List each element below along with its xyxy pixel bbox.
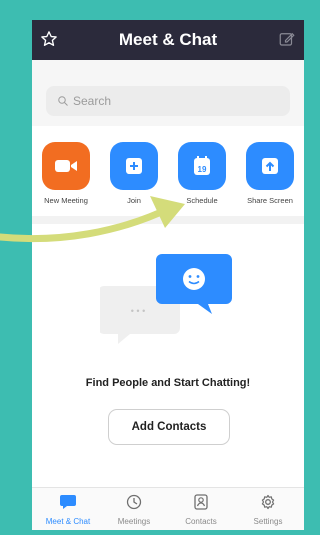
clock-icon	[126, 494, 142, 510]
edit-icon[interactable]	[278, 30, 296, 53]
join-label: Join	[127, 196, 141, 205]
tab-label: Settings	[253, 517, 283, 526]
top-bar: Meet & Chat	[32, 20, 304, 60]
share-screen-button[interactable]: Share Screen	[240, 142, 300, 205]
divider	[32, 216, 304, 224]
page-title: Meet & Chat	[118, 30, 218, 49]
video-camera-icon	[42, 142, 90, 190]
share-up-icon	[246, 142, 294, 190]
gear-icon	[261, 494, 275, 510]
schedule-label: Schedule	[186, 196, 218, 205]
bottom-tab-bar: Meet & Chat Meetings Contacts Settings	[32, 487, 304, 530]
search-placeholder: Search	[73, 94, 112, 108]
new-meeting-button[interactable]: New Meeting	[36, 142, 96, 205]
chat-bubble-icon	[60, 495, 76, 509]
search-input[interactable]: Search	[46, 86, 290, 116]
new-meeting-label: New Meeting	[44, 196, 88, 205]
quick-actions: New Meeting Join 19 Schedule Share Scree…	[32, 126, 304, 216]
share-screen-label: Share Screen	[247, 196, 293, 205]
search-area: Search	[32, 60, 304, 126]
tab-label: Contacts	[185, 517, 217, 526]
calendar-icon: 19	[178, 142, 226, 190]
tab-meet-chat[interactable]: Meet & Chat	[38, 494, 98, 526]
chat-illustration: • • •	[100, 254, 232, 344]
join-button[interactable]: Join	[104, 142, 164, 205]
tab-label: Meetings	[117, 517, 151, 526]
calendar-day-text: 19	[198, 165, 207, 174]
contacts-icon	[194, 494, 208, 510]
add-contacts-button[interactable]: Add Contacts	[108, 409, 230, 445]
tab-label: Meet & Chat	[45, 517, 91, 526]
typing-dots: • • •	[131, 306, 145, 316]
tab-settings[interactable]: Settings	[238, 494, 298, 526]
empty-state-title: Find People and Start Chatting!	[85, 377, 251, 389]
schedule-button[interactable]: 19 Schedule	[172, 142, 232, 205]
search-icon	[57, 94, 69, 112]
plus-icon	[110, 142, 158, 190]
tab-contacts[interactable]: Contacts	[171, 494, 231, 526]
phone-screen: Meet & Chat Search New Meeting Join 19 S…	[32, 20, 304, 530]
tab-meetings[interactable]: Meetings	[104, 494, 164, 526]
